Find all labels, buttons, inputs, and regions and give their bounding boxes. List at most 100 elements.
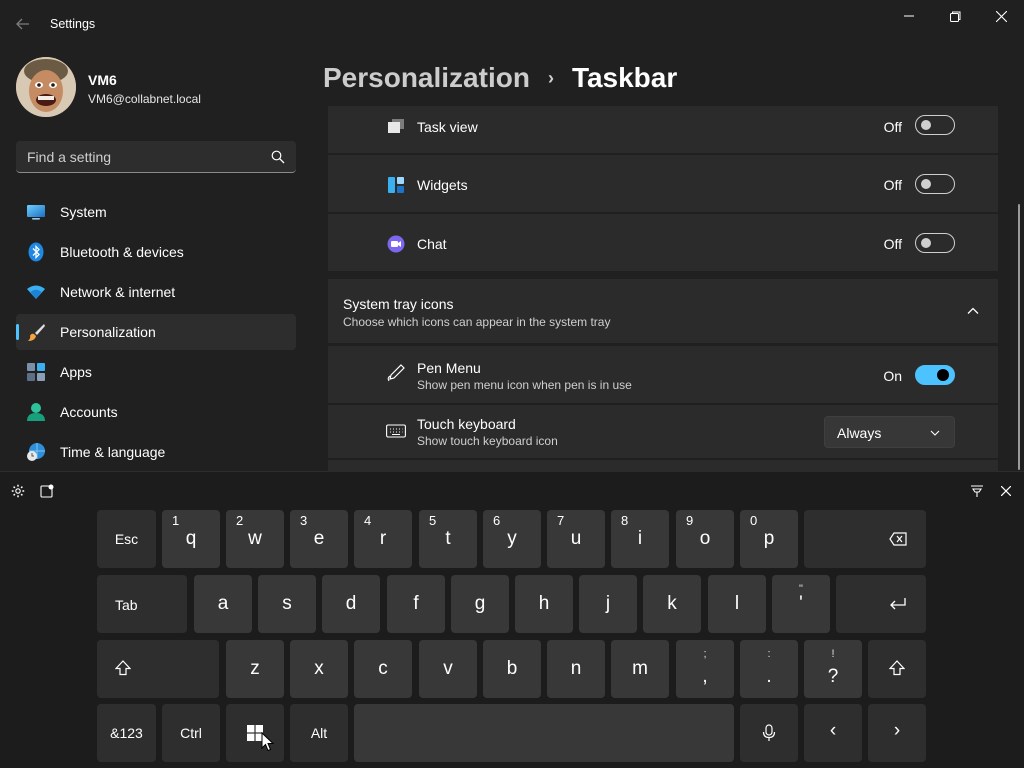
sidebar-item-system[interactable]: System xyxy=(16,194,296,230)
key-comma[interactable]: ;, xyxy=(676,640,734,698)
key-tab[interactable]: Tab xyxy=(97,575,187,633)
breadcrumb-parent[interactable]: Personalization xyxy=(323,62,530,94)
system-tray-section-header[interactable]: System tray icons Choose which icons can… xyxy=(328,279,998,343)
shift-icon xyxy=(889,660,905,676)
keyboard-layout-button[interactable] xyxy=(37,481,57,501)
key-f[interactable]: f xyxy=(387,575,445,633)
key-dictation[interactable] xyxy=(740,704,798,762)
breadcrumb-separator: › xyxy=(547,67,554,88)
apps-icon xyxy=(26,362,46,382)
chat-toggle[interactable] xyxy=(915,233,955,253)
sidebar-item-label: System xyxy=(60,204,107,220)
page-title: Taskbar xyxy=(571,62,678,93)
pen-menu-toggle[interactable] xyxy=(915,365,955,385)
key-v[interactable]: v xyxy=(419,640,477,698)
key-e[interactable]: 3e xyxy=(290,510,348,568)
key-shift-left[interactable] xyxy=(97,640,219,698)
key-enter[interactable] xyxy=(836,575,926,633)
key-y[interactable]: 6y xyxy=(483,510,541,568)
key-j[interactable]: j xyxy=(579,575,637,633)
dock-icon xyxy=(40,484,54,498)
keyboard-dock-button[interactable] xyxy=(967,481,987,501)
key-symbols[interactable]: &123 xyxy=(97,704,156,762)
key-x[interactable]: x xyxy=(290,640,348,698)
sidebar-item-time-language[interactable]: Time & language xyxy=(16,434,296,470)
widgets-toggle[interactable] xyxy=(915,174,955,194)
microphone-icon xyxy=(762,724,776,741)
sidebar-item-personalization[interactable]: Personalization xyxy=(16,314,296,350)
key-label: s xyxy=(282,593,292,614)
chevron-up-icon[interactable] xyxy=(966,304,980,318)
key-alt: 1 xyxy=(172,513,180,528)
minimize-button[interactable] xyxy=(886,0,932,32)
key-r[interactable]: 4r xyxy=(354,510,412,568)
mouse-cursor-icon xyxy=(261,732,275,752)
key-o[interactable]: 9o xyxy=(676,510,734,568)
key-c[interactable]: c xyxy=(354,640,412,698)
key-alt[interactable]: Alt xyxy=(290,704,348,762)
key-p[interactable]: 0p xyxy=(740,510,798,568)
key-label: c xyxy=(378,658,388,679)
key-k[interactable]: k xyxy=(643,575,701,633)
key-windows[interactable] xyxy=(226,704,284,762)
key-question[interactable]: !? xyxy=(804,640,862,698)
search-input[interactable] xyxy=(16,141,266,172)
key-quote[interactable]: " ' xyxy=(772,575,830,633)
key-label: v xyxy=(443,658,453,679)
key-u[interactable]: 7u xyxy=(547,510,605,568)
enter-icon xyxy=(890,598,906,610)
key-period[interactable]: :. xyxy=(740,640,798,698)
key-d[interactable]: d xyxy=(322,575,380,633)
setting-widgets: Widgets Off xyxy=(328,155,998,212)
title-bar: Settings xyxy=(0,0,1024,48)
key-label: t xyxy=(445,528,451,549)
keyboard-close-button[interactable] xyxy=(996,481,1016,501)
key-s[interactable]: s xyxy=(258,575,316,633)
restore-icon xyxy=(949,11,960,22)
key-shift-right[interactable] xyxy=(868,640,926,698)
chevron-down-icon xyxy=(930,430,940,436)
sidebar-item-network[interactable]: Network & internet xyxy=(16,274,296,310)
key-l[interactable]: l xyxy=(708,575,766,633)
key-n[interactable]: n xyxy=(547,640,605,698)
person-icon xyxy=(26,402,46,422)
touch-keyboard-dropdown[interactable]: Always xyxy=(824,416,955,448)
sidebar-item-accounts[interactable]: Accounts xyxy=(16,394,296,430)
key-label: &123 xyxy=(110,725,143,741)
close-button[interactable] xyxy=(978,0,1024,32)
key-m[interactable]: m xyxy=(611,640,669,698)
back-button[interactable] xyxy=(10,12,36,36)
key-ctrl[interactable]: Ctrl xyxy=(162,704,220,762)
key-a[interactable]: a xyxy=(194,575,252,633)
key-esc[interactable]: Esc xyxy=(97,510,156,568)
keyboard-settings-button[interactable] xyxy=(8,481,28,501)
key-g[interactable]: g xyxy=(451,575,509,633)
key-t[interactable]: 5t xyxy=(419,510,477,568)
setting-label: Task view xyxy=(417,119,478,135)
key-backspace[interactable] xyxy=(804,510,926,568)
key-label: w xyxy=(248,528,262,549)
user-profile[interactable]: VM6 VM6@collabnet.local xyxy=(16,57,306,119)
key-alt: 2 xyxy=(236,513,244,528)
task-view-toggle[interactable] xyxy=(915,115,955,135)
key-left-arrow[interactable]: ‹ xyxy=(804,704,862,762)
scrollbar[interactable] xyxy=(1018,204,1020,470)
key-h[interactable]: h xyxy=(515,575,573,633)
key-w[interactable]: 2w xyxy=(226,510,284,568)
key-q[interactable]: 1q xyxy=(162,510,220,568)
key-z[interactable]: z xyxy=(226,640,284,698)
chat-icon xyxy=(386,234,406,254)
sidebar-item-bluetooth[interactable]: Bluetooth & devices xyxy=(16,234,296,270)
key-label: i xyxy=(637,528,643,549)
sidebar-item-apps[interactable]: Apps xyxy=(16,354,296,390)
keyboard-icon xyxy=(386,421,406,441)
key-space[interactable] xyxy=(354,704,734,762)
sidebar-item-label: Time & language xyxy=(60,444,166,460)
key-label: Esc xyxy=(114,531,139,547)
key-right-arrow[interactable]: › xyxy=(868,704,926,762)
search-icon[interactable] xyxy=(271,150,285,164)
search-box[interactable] xyxy=(16,141,296,173)
restore-button[interactable] xyxy=(932,0,978,32)
key-b[interactable]: b xyxy=(483,640,541,698)
key-i[interactable]: 8i xyxy=(611,510,669,568)
